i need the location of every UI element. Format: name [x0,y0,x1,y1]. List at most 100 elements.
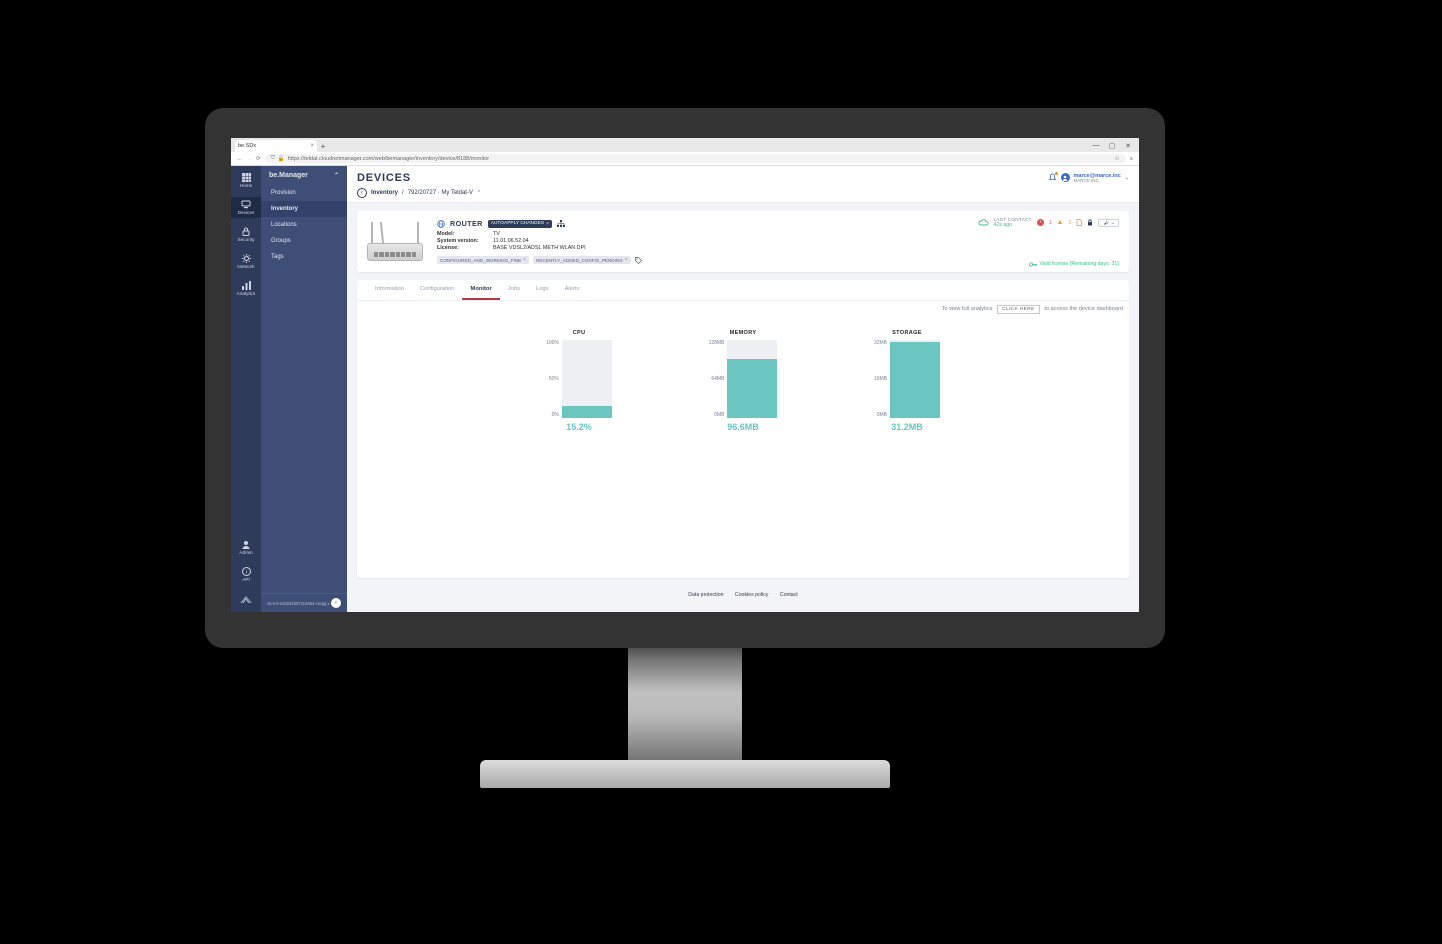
breadcrumb-root[interactable]: Inventory [371,190,398,196]
alert-count: 2 [1068,220,1071,226]
browser-menu-button[interactable]: ≡ [1130,156,1133,162]
footer-link[interactable]: Cookies policy [735,592,768,598]
tag-icon[interactable] [635,257,642,264]
url-text: https://teldat.cloudnetmanager.com/web/b… [288,156,489,162]
tab-monitor[interactable]: Monitor [462,280,499,300]
url-field[interactable]: ⛉ 🔒 https://teldat.cloudnetmanager.com/w… [265,154,1126,163]
grid-icon [242,173,251,182]
alert-file-icon[interactable] [1076,219,1082,226]
brand-icon [239,594,253,606]
breadcrumb: ‹ Inventory / 792/20727 · My Teldat-V ⌃ [357,188,1129,198]
lock-icon[interactable] [1087,219,1093,226]
sidebar-item-locations[interactable]: Locations [261,217,347,233]
wrench-icon [1102,220,1109,225]
new-tab-button[interactable]: + [317,140,329,152]
device-chip[interactable]: RECENTLY_ADDED_CONFIG_PENDING× [533,256,631,264]
window-controls: — ▢ ✕ [1091,142,1139,152]
sidebar: be.Manager ⌃ Provision Inventory Locatio… [261,166,347,612]
device-actions-button[interactable]: ⌄ [1098,219,1119,227]
badge-label: AUTOAPPLY CHANGES [491,221,544,226]
chevron-down-icon[interactable]: ⌄ [1125,175,1129,181]
tab-close-icon[interactable]: × [310,143,314,149]
avatar[interactable] [1061,173,1070,182]
window-maximize-button[interactable]: ▢ [1107,142,1117,150]
rail-item-analytics[interactable]: Analytics [231,278,261,299]
gauge-label: CPU [573,330,586,336]
window-minimize-button[interactable]: — [1091,142,1101,150]
user-area[interactable]: marce@marce.inc MARCE INC. ⌄ [1048,173,1129,184]
sidebar-title: be.Manager [269,172,308,179]
gauge-fill [727,359,777,418]
window-close-button[interactable]: ✕ [1123,142,1133,150]
tab-logs[interactable]: Logs [528,280,557,300]
topology-icon[interactable] [557,220,565,227]
gauges-row: CPU 100% 50% 0% 15.2% [357,324,1129,450]
nav-reload-button[interactable]: ⟳ [256,156,261,162]
rail-item-admin[interactable]: Admin [231,537,261,558]
shield-icon: ⛉ [271,155,275,162]
tick-label: 32MB [874,340,887,346]
chip-close-icon[interactable]: × [625,257,628,263]
sidebar-menu: Provision Inventory Locations Groups Tag… [261,185,347,265]
alert-critical-badge[interactable]: ! [1037,219,1044,226]
main: DEVICES marce@marce.inc MARCE INC. ⌄ [347,166,1139,612]
badge-close-icon[interactable]: × [546,221,549,227]
tick-label: 0% [552,412,559,418]
rail-item-label: API [242,577,250,582]
footer-link[interactable]: Contact [780,592,798,598]
sidebar-footer: v5.0.0-e20231007114854-cergq.x ‹ [261,593,347,612]
page-title: DEVICES [357,172,411,184]
collapse-sidebar-button[interactable]: ‹ [331,598,341,608]
cloud-icon [978,219,989,227]
svg-text:i: i [245,570,246,576]
tab-title: be.SDx [238,143,256,149]
nav-forward-button[interactable]: → [247,156,253,162]
tab-alerts[interactable]: Alerts [557,280,588,300]
spec-value: TV [493,231,1119,237]
gauge-value: 96.6MB [727,422,759,432]
key-icon [1029,262,1037,267]
rail-item-home[interactable]: Home [231,170,261,191]
rail-item-network[interactable]: Network [231,251,261,272]
footer-link[interactable]: Data protection [688,592,723,598]
gauge-memory: MEMORY 128MB 64MB 0MB 96.6MB [688,330,798,432]
nav-back-button[interactable]: ← [237,156,243,162]
browser-addressbar: ← → ⟳ ⛉ 🔒 https://teldat.cloudnetmanager… [231,152,1139,166]
sidebar-item-tags[interactable]: Tags [261,249,347,265]
breadcrumb-back-button[interactable]: ‹ [357,188,367,198]
sidebar-item-groups[interactable]: Groups [261,233,347,249]
spec-key: System version: [437,238,493,244]
alert-warning-icon[interactable]: ▲ [1057,219,1064,226]
autoapply-badge[interactable]: AUTOAPPLY CHANGES × [488,220,552,228]
device-tabs: Information Configuration Monitor Jobs L… [357,280,1129,301]
page-footer: Data protection Cookies policy Contact [357,586,1129,604]
tab-information[interactable]: Information [367,280,412,300]
gauge-fill [890,342,940,418]
tick-label: 128MB [709,340,725,346]
rail-item-api[interactable]: i API [231,564,261,585]
chip-close-icon[interactable]: × [523,257,526,263]
gauge-value: 15.2% [566,422,592,432]
bell-icon[interactable] [1048,173,1057,182]
rail-item-label: Admin [239,550,252,555]
tick-label: 50% [549,376,559,382]
gear-icon [242,254,251,263]
version-text: v5.0.0-e20231007114854-cergq.x [267,601,330,606]
tab-configuration[interactable]: Configuration [412,280,462,300]
device-tabs-card: Information Configuration Monitor Jobs L… [357,280,1129,578]
bookmark-icon[interactable]: ☆ [1114,155,1119,162]
rail-item-security[interactable]: Security [231,224,261,245]
chevron-up-icon[interactable]: ⌃ [334,172,339,179]
chart-icon [242,281,251,290]
sidebar-item-inventory[interactable]: Inventory [261,201,347,217]
lock-icon [242,227,250,236]
rail-item-devices[interactable]: Devices [231,197,261,218]
sidebar-header: be.Manager ⌃ [261,166,347,185]
analytics-click-here-button[interactable]: CLICK HERE [997,305,1040,314]
spec-key: Model: [437,231,493,237]
tab-jobs[interactable]: Jobs [500,280,528,300]
browser-tab[interactable]: be.SDx × [235,140,317,152]
device-chip[interactable]: CONFIGURED_AND_WORKING_FINE× [437,256,529,264]
chevron-up-icon[interactable]: ⌃ [477,190,481,196]
sidebar-item-provision[interactable]: Provision [261,185,347,201]
